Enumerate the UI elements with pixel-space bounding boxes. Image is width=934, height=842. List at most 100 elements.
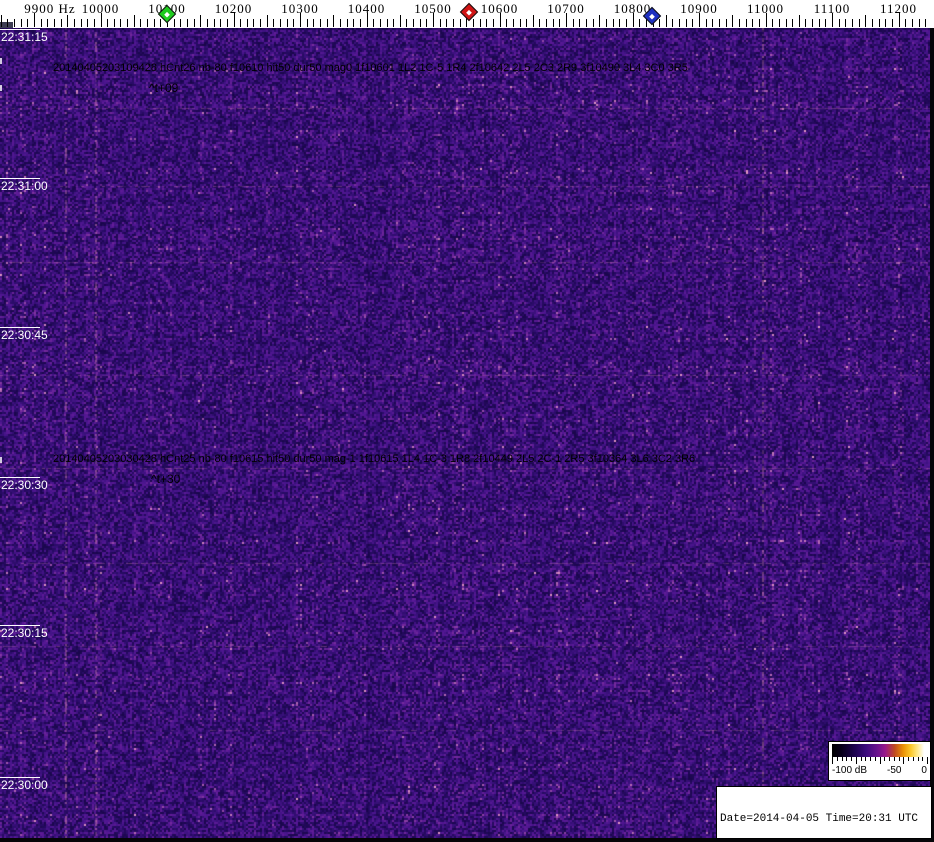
ruler-tick [333, 15, 335, 27]
spectrogram-viewer-window: 9900 Hz100001010010200103001040010500106… [0, 0, 934, 842]
timeline-edge-mark [0, 457, 2, 463]
ruler-tick [399, 15, 401, 27]
ruler-tick [20, 19, 22, 27]
ruler-tick [346, 19, 348, 27]
ruler-tick [47, 19, 49, 27]
ruler-tick [426, 19, 428, 27]
ruler-freq-label: 10700 [547, 1, 585, 16]
ruler-tick [280, 19, 282, 27]
ruler-tick [785, 19, 787, 27]
ruler-tick [579, 19, 581, 27]
time-label: 22:31:00 [1, 179, 48, 193]
ruler-tick [386, 19, 388, 27]
ruler-tick [326, 19, 328, 27]
ruler-tick [260, 19, 262, 27]
ruler-tick [220, 19, 222, 27]
legend-tick [832, 757, 833, 764]
ruler-tick [905, 19, 907, 27]
ruler-tick [891, 19, 893, 27]
ruler-tick [871, 19, 873, 27]
ruler-tick [486, 19, 488, 27]
legend-tick [855, 757, 857, 764]
ruler-tick [818, 19, 820, 27]
ruler-tick [153, 19, 155, 27]
marker-center-dot [466, 9, 472, 15]
ruler-tick [885, 19, 887, 27]
ruler-tick [133, 15, 135, 27]
legend-tick [836, 757, 838, 761]
ruler-tick [379, 19, 381, 27]
ruler-tick [639, 19, 641, 27]
ruler-tick [353, 19, 355, 27]
colormap-tick-ruler [832, 757, 928, 765]
legend-tick [879, 757, 881, 764]
ruler-tick [226, 19, 228, 27]
legend-tick [898, 757, 900, 761]
ruler-tick [87, 19, 89, 27]
time-label: 22:30:15 [1, 626, 48, 640]
ruler-tick [413, 19, 415, 27]
legend-tick [889, 757, 890, 761]
ruler-tick [107, 19, 109, 27]
meteor-event-annotation: 20140405203109428 hCnt26 nb-80 f10610 hi… [53, 62, 688, 74]
ruler-tick [506, 19, 508, 27]
legend-min-label: -100 dB [832, 765, 868, 776]
ruler-tick [852, 19, 853, 27]
ruler-tick [186, 19, 188, 27]
ruler-tick [772, 19, 774, 27]
legend-tick [870, 757, 871, 761]
station-info-box: Date=2014-04-05 Time=20:31 UTC Freq=143 … [716, 786, 932, 839]
ruler-tick [40, 19, 42, 27]
ruler-tick [213, 19, 215, 27]
ruler-tick [200, 15, 202, 27]
legend-tick [860, 757, 862, 761]
event-time-tag: ^t+30 [151, 472, 181, 486]
ruler-tick [439, 19, 441, 27]
marker-center-dot [164, 11, 170, 17]
ruler-tick [825, 19, 827, 27]
ruler-tick [805, 19, 807, 27]
ruler-tick [612, 19, 614, 27]
ruler-freq-label: 10900 [680, 1, 718, 16]
ruler-tick [306, 19, 308, 27]
ruler-tick [14, 19, 15, 27]
ruler-tick [539, 19, 541, 27]
ruler-tick [911, 19, 913, 27]
ruler-tick [745, 19, 747, 27]
ruler-tick [592, 19, 594, 27]
ruler-tick [692, 19, 694, 27]
legend-tick [846, 757, 848, 761]
ruler-tick [685, 19, 687, 27]
ruler-tick [665, 15, 667, 27]
ruler-tick [586, 19, 587, 27]
ruler-tick [60, 19, 62, 27]
legend-tick [912, 757, 914, 761]
legend-tick [927, 757, 928, 764]
legend-tick [917, 757, 919, 761]
ruler-tick [705, 19, 707, 27]
ruler-tick [719, 19, 720, 27]
ruler-tick [240, 19, 242, 27]
ruler-tick [752, 19, 754, 27]
legend-tick [922, 757, 924, 761]
ruler-freq-label: 10500 [414, 1, 452, 16]
legend-mid-label: -50 [887, 765, 902, 776]
ruler-tick [393, 19, 395, 27]
meteor-event-annotation: 20140405203030428 hCnt25 nb-80 f10615 hi… [53, 453, 696, 465]
ruler-tick [313, 19, 315, 27]
ruler-tick [27, 19, 29, 27]
legend-tick [865, 757, 867, 761]
ruler-tick [712, 19, 714, 27]
ruler-tick [758, 19, 760, 27]
ruler-freq-label: 10400 [347, 1, 386, 16]
ruler-tick [266, 15, 268, 27]
ruler-freq-label: 11100 [813, 1, 851, 16]
ruler-tick [812, 19, 814, 27]
ruler-tick [80, 19, 82, 27]
ruler-tick [619, 19, 621, 27]
ruler-tick [845, 19, 847, 27]
event-time-tag: ^t+09 [149, 81, 179, 95]
ruler-tick [605, 19, 607, 27]
ruler-tick [180, 19, 182, 27]
ruler-tick [792, 19, 794, 27]
